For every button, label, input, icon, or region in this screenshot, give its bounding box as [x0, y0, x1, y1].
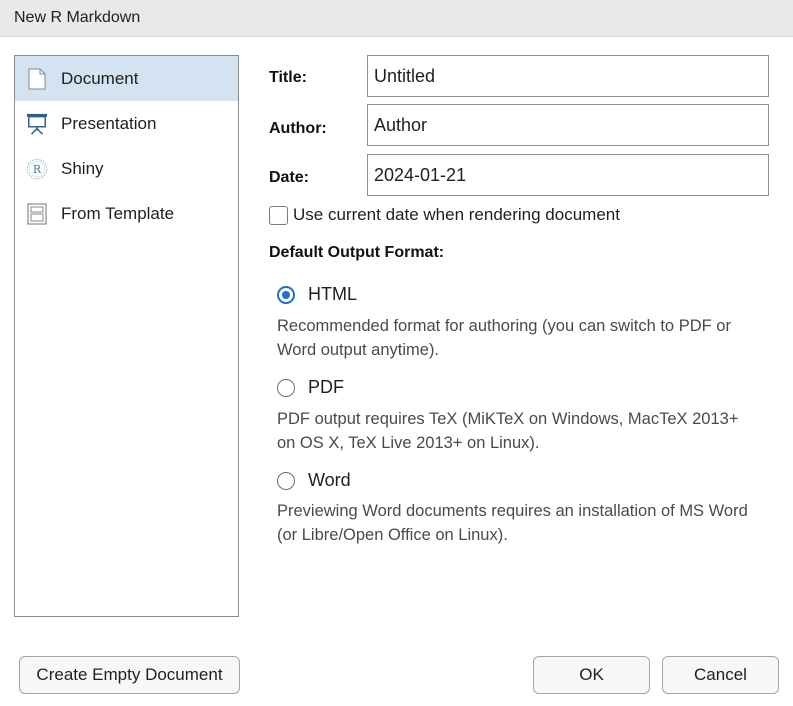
date-label: Date: — [269, 169, 310, 186]
author-input[interactable] — [367, 104, 769, 146]
html-description: Recommended format for authoring (you ca… — [277, 317, 731, 359]
pdf-radio-label[interactable]: PDF — [308, 377, 344, 398]
title-bar: New R Markdown — [0, 0, 793, 37]
document-type-list: Document Presentation R Shiny From Templ… — [14, 55, 239, 617]
default-output-format-heading: Default Output Format: — [269, 244, 445, 261]
sidebar-item-label: Shiny — [61, 158, 104, 178]
author-label: Author: — [269, 120, 327, 137]
output-option-html[interactable]: HTML — [277, 284, 357, 305]
cancel-button[interactable]: Cancel — [662, 656, 779, 694]
presentation-icon — [26, 112, 48, 136]
word-description: Previewing Word documents requires an in… — [277, 502, 748, 544]
use-current-date-label[interactable]: Use current date when rendering document — [293, 205, 620, 225]
new-r-markdown-dialog: New R Markdown Document Presentation R S… — [0, 0, 793, 706]
svg-text:R: R — [33, 163, 42, 176]
output-option-pdf[interactable]: PDF — [277, 377, 344, 398]
use-current-date-checkbox[interactable] — [269, 205, 288, 225]
sidebar-item-from-template[interactable]: From Template — [15, 191, 238, 236]
title-label: Title: — [269, 69, 307, 86]
create-empty-document-button[interactable]: Create Empty Document — [19, 656, 240, 694]
ok-button[interactable]: OK — [533, 656, 650, 694]
pdf-radio[interactable] — [277, 378, 295, 397]
word-radio-label[interactable]: Word — [308, 470, 351, 491]
template-icon — [26, 202, 48, 226]
word-radio[interactable] — [277, 471, 295, 490]
sidebar-item-label: From Template — [61, 203, 175, 223]
html-radio-label[interactable]: HTML — [308, 284, 357, 305]
sidebar-item-document[interactable]: Document — [15, 56, 238, 101]
sidebar-item-label: Document — [61, 68, 139, 88]
shiny-r-icon: R — [26, 157, 48, 181]
sidebar-item-shiny[interactable]: R Shiny — [15, 146, 238, 191]
dialog-title: New R Markdown — [14, 9, 141, 26]
document-icon — [26, 67, 48, 91]
use-current-date-row[interactable]: Use current date when rendering document — [269, 205, 620, 225]
title-input[interactable] — [367, 55, 769, 97]
pdf-description: PDF output requires TeX (MiKTeX on Windo… — [277, 410, 739, 452]
sidebar-item-label: Presentation — [61, 113, 157, 133]
html-radio[interactable] — [277, 285, 295, 304]
sidebar-item-presentation[interactable]: Presentation — [15, 101, 238, 146]
output-option-word[interactable]: Word — [277, 470, 351, 491]
date-input[interactable] — [367, 154, 769, 196]
